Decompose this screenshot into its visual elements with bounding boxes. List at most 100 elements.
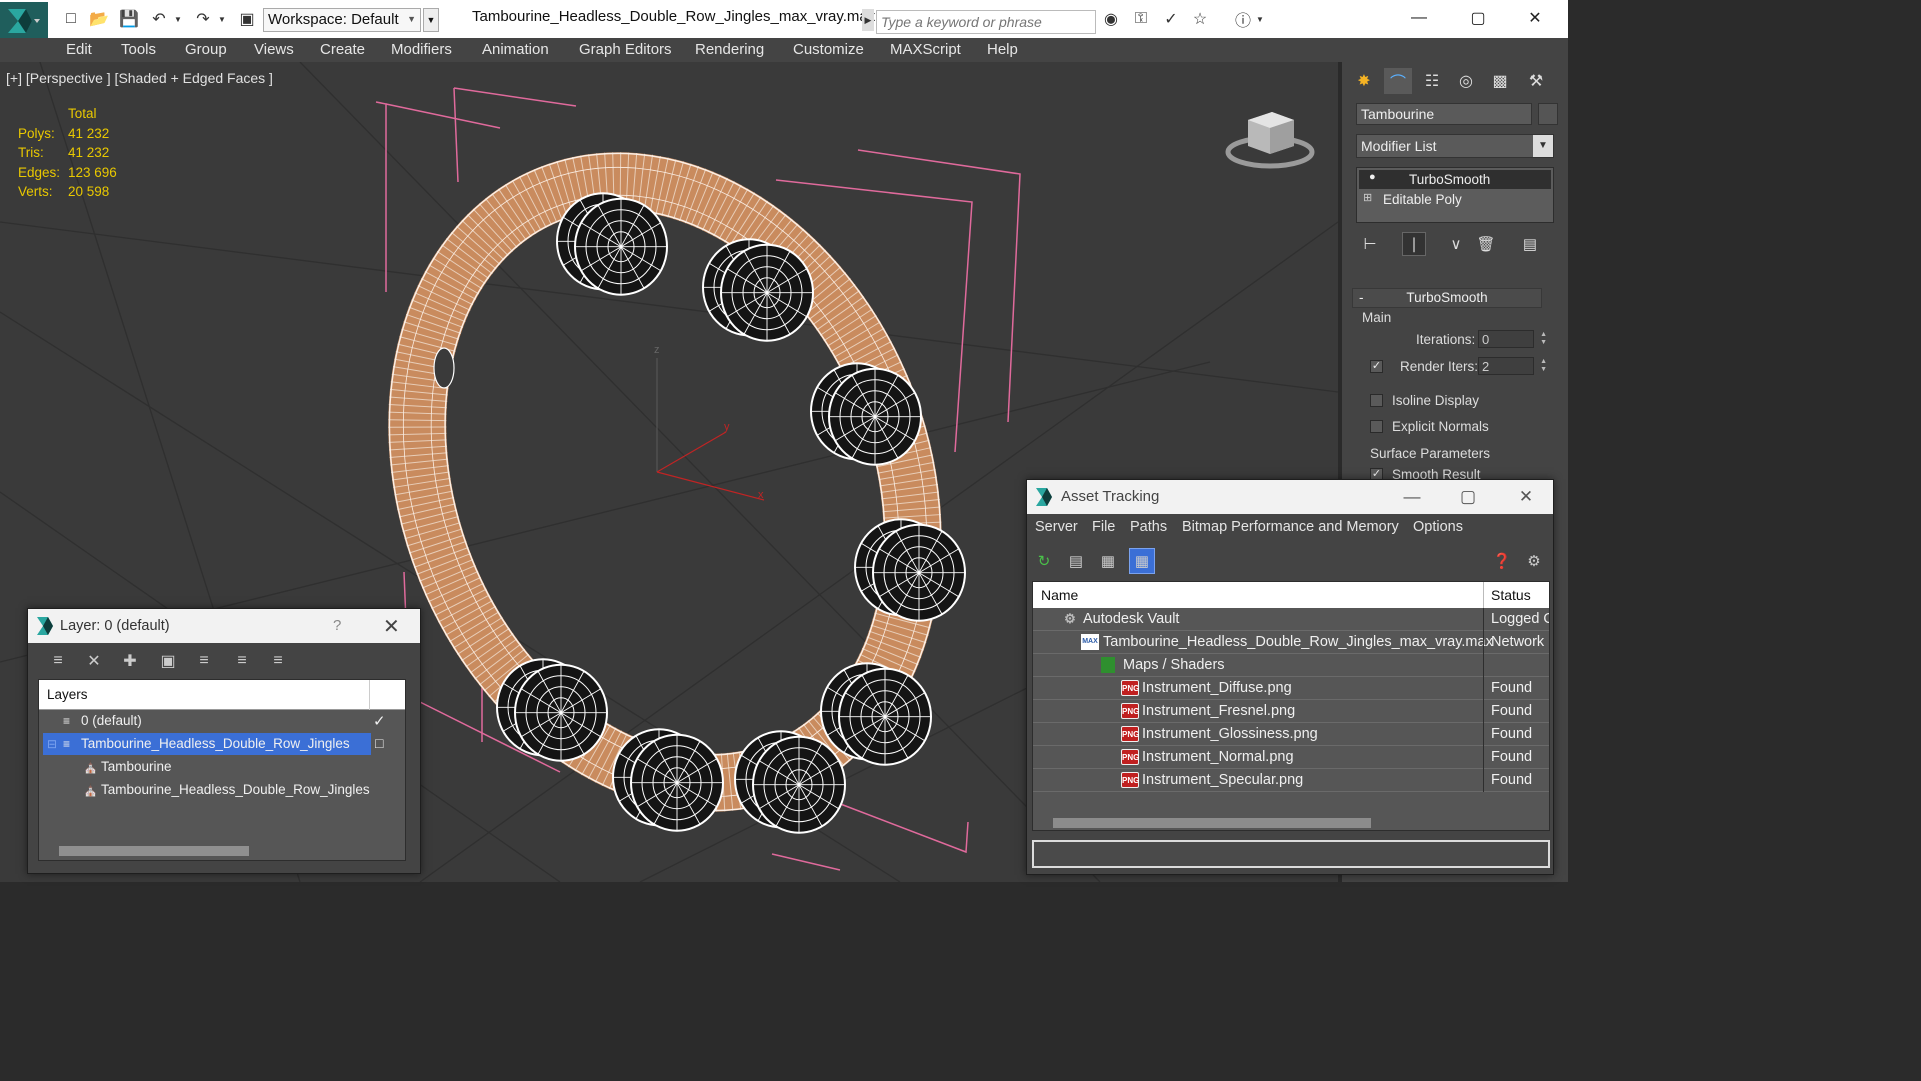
viewcube-icon[interactable]	[1222, 102, 1318, 176]
maximize-button[interactable]: ▢	[1447, 484, 1489, 510]
redo-icon[interactable]: ↷	[192, 9, 214, 29]
menu-rendering[interactable]: Rendering	[695, 41, 764, 58]
table-view-icon[interactable]: ▦	[1129, 548, 1155, 574]
delete-layer-icon[interactable]: ✕	[82, 649, 106, 673]
expand-plus-icon[interactable]: ⊞	[1363, 191, 1375, 205]
remove-modifier-icon[interactable]: 🗑	[1474, 232, 1498, 256]
binoculars-icon[interactable]: ◉	[1100, 9, 1122, 29]
column-status-header[interactable]: Status	[1491, 587, 1531, 603]
render-iters-spinner[interactable]: 2 ▲ ▼	[1478, 357, 1547, 375]
rollout-header[interactable]: - TurboSmooth	[1352, 288, 1542, 308]
search-input[interactable]	[876, 10, 1096, 34]
workspace-selector[interactable]: Workspace: Default ▼	[263, 8, 421, 32]
redo-dropdown-icon[interactable]: ▼	[216, 9, 228, 29]
menu-file[interactable]: File	[1092, 519, 1115, 535]
add-selection-icon[interactable]: ✚	[118, 649, 142, 673]
object-name-field[interactable]: Tambourine	[1356, 103, 1532, 125]
isoline-checkbox[interactable]	[1370, 394, 1383, 407]
menu-edit[interactable]: Edit	[66, 41, 92, 58]
minimize-button[interactable]: —	[1396, 4, 1442, 32]
undo-dropdown-icon[interactable]: ▼	[172, 9, 184, 29]
stack-item-editable-poly[interactable]: ⊞ Editable Poly	[1359, 190, 1551, 209]
spinner-arrows-icon[interactable]: ▲ ▼	[1540, 358, 1547, 374]
thumbnail-view-icon[interactable]: ▦	[1095, 548, 1121, 574]
new-file-icon[interactable]: □	[60, 9, 82, 29]
current-layer-icon[interactable]: □	[375, 735, 383, 751]
workspace-options-button[interactable]: ▼	[423, 8, 439, 32]
menu-maxscript[interactable]: MAXScript	[890, 41, 961, 58]
show-end-result-icon[interactable]: ∣	[1402, 232, 1426, 256]
table-row[interactable]: PNG Instrument_Fresnel.png Found	[1033, 700, 1549, 723]
create-layer-icon[interactable]: ≡	[46, 649, 70, 673]
project-folder-icon[interactable]: ▣	[236, 9, 258, 29]
maximize-button[interactable]: ▢	[1455, 4, 1501, 32]
save-icon[interactable]: 💾	[118, 9, 140, 29]
table-row[interactable]: Maps / Shaders	[1033, 654, 1549, 677]
refresh-icon[interactable]: ↻	[1031, 548, 1057, 574]
menu-paths[interactable]: Paths	[1130, 519, 1167, 535]
close-button[interactable]: ✕	[1505, 484, 1547, 510]
menu-views[interactable]: Views	[254, 41, 294, 58]
menu-animation[interactable]: Animation	[482, 41, 549, 58]
table-row[interactable]: PNG Instrument_Normal.png Found	[1033, 746, 1549, 769]
subscription-icon[interactable]: ✓	[1160, 9, 1182, 29]
search-expand-button[interactable]: ▶	[862, 9, 874, 31]
layer-row[interactable]: ⛪ Tambourine_Headless_Double_Row_Jingles	[39, 779, 405, 802]
menu-modifiers[interactable]: Modifiers	[391, 41, 452, 58]
layer-properties-icon[interactable]: ≡	[230, 649, 254, 673]
list-view-icon[interactable]: ▤	[1063, 548, 1089, 574]
make-unique-icon[interactable]: ∨	[1444, 232, 1468, 256]
key-icon[interactable]: ⚿	[1130, 9, 1152, 29]
hierarchy-tab-icon[interactable]: ☷	[1418, 68, 1446, 94]
table-row[interactable]: PNG Instrument_Diffuse.png Found	[1033, 677, 1549, 700]
menu-options[interactable]: Options	[1413, 519, 1463, 535]
help-icon[interactable]: ⓘ	[1232, 9, 1254, 30]
iterations-spinner[interactable]: 0 ▲ ▼	[1478, 330, 1547, 348]
close-button[interactable]: ✕	[383, 614, 400, 639]
layer-window-titlebar[interactable]: Layer: 0 (default) ? ✕	[28, 609, 420, 643]
select-objects-icon[interactable]: ▣	[156, 649, 180, 673]
collapse-icon[interactable]: ⊟	[47, 737, 57, 751]
minimize-button[interactable]: —	[1391, 484, 1433, 510]
help-icon[interactable]: ❓	[1489, 548, 1515, 574]
layer-row[interactable]: ≡ 0 (default) ✓	[39, 710, 405, 733]
stack-item-turbosmooth[interactable]: ● TurboSmooth	[1359, 170, 1551, 189]
layer-row-selected[interactable]: ⊟ ≡ Tambourine_Headless_Double_Row_Jingl…	[39, 733, 405, 756]
display-tab-icon[interactable]: ▩	[1486, 68, 1514, 94]
menu-tools[interactable]: Tools	[121, 41, 156, 58]
modifier-list-dropdown[interactable]: Modifier List ▼	[1356, 134, 1554, 158]
menu-bitmap-performance[interactable]: Bitmap Performance and Memory	[1182, 519, 1399, 535]
pin-stack-icon[interactable]: ⊢	[1358, 232, 1382, 256]
help-dropdown-icon[interactable]: ▼	[1254, 9, 1266, 29]
asset-window-titlebar[interactable]: Asset Tracking — ▢ ✕	[1027, 480, 1553, 514]
open-file-icon[interactable]: 📂	[88, 9, 110, 29]
motion-tab-icon[interactable]: ◎	[1452, 68, 1480, 94]
close-button[interactable]: ✕	[1512, 4, 1558, 32]
modify-tab-icon[interactable]: ⌒	[1384, 68, 1412, 94]
menu-customize[interactable]: Customize	[793, 41, 864, 58]
table-row[interactable]: MAX Tambourine_Headless_Double_Row_Jingl…	[1033, 631, 1549, 654]
horizontal-scrollbar[interactable]	[1053, 818, 1371, 828]
horizontal-scrollbar[interactable]	[59, 846, 249, 856]
menu-graph-editors[interactable]: Graph Editors	[579, 41, 672, 58]
layer-row[interactable]: ⛪ Tambourine	[39, 756, 405, 779]
help-button[interactable]: ?	[333, 617, 341, 634]
viewport-label[interactable]: [+] [Perspective ] [Shaded + Edged Faces…	[6, 70, 273, 86]
menu-create[interactable]: Create	[320, 41, 365, 58]
undo-icon[interactable]: ↶	[148, 9, 170, 29]
column-name-header[interactable]: Name	[1041, 587, 1078, 603]
hide-freeze-icon[interactable]: ≡	[266, 649, 290, 673]
menu-group[interactable]: Group	[185, 41, 227, 58]
object-color-swatch[interactable]	[1538, 103, 1558, 125]
utilities-tab-icon[interactable]: ⚒	[1522, 68, 1550, 94]
select-layer-icon[interactable]: ≡	[192, 649, 216, 673]
configure-sets-icon[interactable]: ▤	[1518, 232, 1542, 256]
favorites-star-icon[interactable]: ☆	[1189, 9, 1211, 29]
settings-icon[interactable]: ⚙	[1521, 548, 1547, 574]
spinner-arrows-icon[interactable]: ▲ ▼	[1540, 331, 1547, 347]
layers-column-header[interactable]: Layers	[39, 680, 405, 710]
checkmark-icon[interactable]: ✓	[373, 712, 386, 730]
menu-server[interactable]: Server	[1035, 519, 1078, 535]
table-row[interactable]: PNG Instrument_Glossiness.png Found	[1033, 723, 1549, 746]
lightbulb-icon[interactable]: ●	[1369, 171, 1381, 185]
